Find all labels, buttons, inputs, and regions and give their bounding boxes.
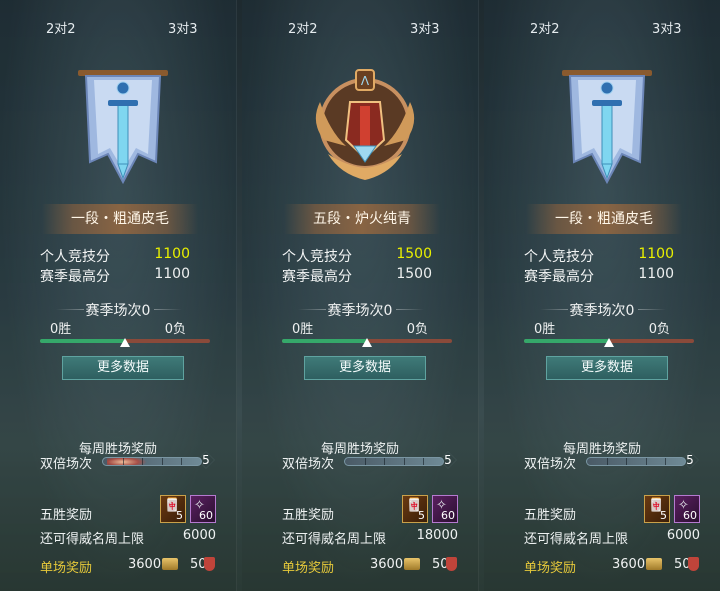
item-count: 5 [660,509,667,522]
rank-panel-1: 2对2 3对3 一段・粗通皮毛 个人竞技分 1100 赛季最高分 1100 赛季… [0,0,237,591]
personal-score-row: 个人竞技分 1100 [40,246,200,265]
reward-item[interactable]: 🀄 5 [644,495,670,523]
tab-3v3[interactable]: 3对3 [410,18,440,37]
double-games-label: 双倍场次 [524,457,577,472]
single-reward-label: 单场奖励 [40,561,93,576]
personal-score-row: 个人竞技分 1500 [282,246,442,265]
single-reward-label: 单场奖励 [524,561,577,576]
reward-item[interactable]: ✧ 60 [674,495,700,523]
wins-count: 0胜 [534,322,556,337]
shield-icon [204,557,215,571]
shield-icon [446,557,457,571]
rank-name: 一段・粗通皮毛 [526,204,682,234]
double-games-bar [344,457,444,466]
tab-2v2[interactable]: 2对2 [46,18,76,37]
season-high-value: 1500 [396,266,432,282]
weekly-cap-label: 还可得威名周上限 [40,532,145,547]
personal-score-row: 个人竞技分 1100 [524,246,684,265]
weekly-cap-label: 还可得威名周上限 [282,532,387,547]
losses-count: 0负 [164,322,186,337]
more-data-button[interactable]: 更多数据 [304,356,426,380]
win-loss-marker-icon [362,338,372,347]
rank-name: 一段・粗通皮毛 [42,204,198,234]
personal-score-label: 个人竞技分 [40,249,110,265]
reward-item[interactable]: ✧ 60 [190,495,216,523]
win-loss-marker-icon [120,338,130,347]
reward-item[interactable]: 🀄 5 [160,495,186,523]
five-win-reward-label: 五胜奖励 [40,508,93,523]
single-reward-label: 单场奖励 [282,561,335,576]
losses-count: 0负 [406,322,428,337]
wins-count: 0胜 [50,322,72,337]
double-games-bar [102,457,202,466]
single-reward-coins: 3600 [370,557,404,572]
weekly-cap-value: 6000 [666,528,700,543]
season-high-value: 1100 [638,266,674,282]
item-count: 5 [176,509,183,522]
season-games-title: 赛季场次0 [85,303,151,319]
reward-item[interactable]: ✧ 60 [432,495,458,523]
season-games-title: 赛季场次0 [327,303,393,319]
bronze-winged-shield-icon: Λ [315,69,415,180]
shield-icon [688,557,699,571]
single-reward-coins: 3600 [612,557,646,572]
mode-tabs: 2对2 3对3 [484,0,720,44]
five-win-reward-label: 五胜奖励 [282,508,335,523]
double-games-label: 双倍场次 [40,457,93,472]
item-count: 60 [441,509,455,522]
tab-3v3[interactable]: 3对3 [652,18,682,37]
weekly-cap-value: 6000 [182,528,216,543]
season-games-title: 赛季场次0 [569,303,635,319]
personal-score-value: 1500 [396,246,432,262]
mode-tabs: 2对2 3对3 [242,0,478,44]
tab-3v3[interactable]: 3对3 [168,18,198,37]
tab-2v2[interactable]: 2对2 [530,18,560,37]
item-count: 5 [418,509,425,522]
win-loss-marker-icon [604,338,614,347]
season-high-row: 赛季最高分 1100 [524,266,684,285]
personal-score-label: 个人竞技分 [524,249,594,265]
weekly-cap-row: 还可得威名周上限 6000 [524,528,700,547]
blue-sword-banner-icon [562,70,652,185]
rank-panel-2: 2对2 3对3 Λ 五段・炉火纯青 个人竞技分 1500 赛季最高分 1500 … [242,0,479,591]
season-high-label: 赛季最高分 [524,269,594,285]
coin-chest-icon [162,558,178,570]
five-win-reward-label: 五胜奖励 [524,508,577,523]
season-high-label: 赛季最高分 [40,269,110,285]
coin-chest-icon [404,558,420,570]
blue-sword-banner-icon [78,70,168,185]
wins-count: 0胜 [292,322,314,337]
double-games-count: 5 [440,452,456,468]
item-count: 60 [199,509,213,522]
double-games-count: 5 [198,452,214,468]
season-high-label: 赛季最高分 [282,269,352,285]
weekly-cap-row: 还可得威名周上限 6000 [40,528,216,547]
weekly-cap-row: 还可得威名周上限 18000 [282,528,458,547]
item-count: 60 [683,509,697,522]
double-games-label: 双倍场次 [282,457,335,472]
personal-score-value: 1100 [638,246,674,262]
single-reward-coins: 3600 [128,557,162,572]
season-high-value: 1100 [154,266,190,282]
double-games-count: 5 [682,452,698,468]
losses-count: 0负 [648,322,670,337]
double-games-bar [586,457,686,466]
rank-name: 五段・炉火纯青 [284,204,440,234]
rank-panel-3: 2对2 3对3 一段・粗通皮毛 个人竞技分 1100 赛季最高分 1100 赛季… [484,0,720,591]
more-data-button[interactable]: 更多数据 [546,356,668,380]
season-high-row: 赛季最高分 1500 [282,266,442,285]
personal-score-value: 1100 [154,246,190,262]
svg-text:Λ: Λ [361,74,370,88]
more-data-button[interactable]: 更多数据 [62,356,184,380]
mode-tabs: 2对2 3对3 [0,0,236,44]
reward-item[interactable]: 🀄 5 [402,495,428,523]
coin-chest-icon [646,558,662,570]
weekly-cap-label: 还可得威名周上限 [524,532,629,547]
tab-2v2[interactable]: 2对2 [288,18,318,37]
season-high-row: 赛季最高分 1100 [40,266,200,285]
weekly-cap-value: 18000 [416,528,458,543]
personal-score-label: 个人竞技分 [282,249,352,265]
